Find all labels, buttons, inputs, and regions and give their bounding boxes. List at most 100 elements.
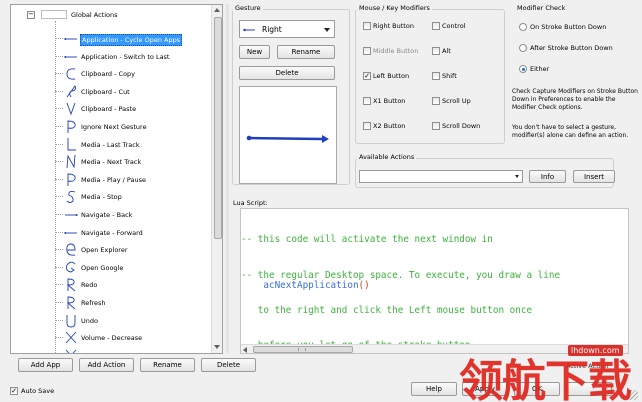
tree-item[interactable]: Navigate - Back [11,206,211,223]
modifier-label: X2 Button [373,122,406,130]
gesture-glyph-icon [66,261,76,273]
chevron-down-icon [324,28,330,32]
modifier-check-radio[interactable] [519,65,527,73]
tree-item[interactable]: Media - Next Track [11,153,211,170]
tree-branch-line [55,143,63,145]
tree-item[interactable]: Volume - Increase [11,347,211,353]
lua-script-label: Lua Script: [233,199,268,207]
available-actions-select[interactable] [359,170,523,183]
tree-branch-line [55,319,63,321]
tree-item[interactable]: Undo [11,312,211,329]
gesture-preview-icon [243,28,255,32]
info-button[interactable]: Info [529,170,566,183]
tree-item-label: Media - Next Track [81,158,142,167]
tree-branch-line [55,249,63,251]
tree-item[interactable]: Clipboard - Cut [11,83,211,100]
watermark-logo: 领航下载 [459,356,632,402]
tree-item[interactable]: Media - Stop [11,188,211,205]
modifier-checkbox[interactable] [432,97,440,105]
add-app-button[interactable]: Add App [18,358,73,372]
check-icon: ✓ [11,386,17,395]
modifier-label: Scroll Down [442,122,481,130]
modifier-label: Control [442,22,466,30]
gesture-select-value: Right [262,25,282,34]
gesture-glyph-icon [66,278,76,292]
tree-branch-line [55,284,63,286]
tree-item[interactable]: Ignore Next Gesture [11,118,211,135]
modifier-check-note2: You don't have to select a gesture, modi… [512,124,629,139]
help-button[interactable]: Help [411,382,457,396]
tree-branch-line [55,337,63,339]
tree-item[interactable]: Clipboard - Copy [11,65,211,82]
insert-button[interactable]: Insert [573,170,615,183]
tree-branch-line [55,126,63,127]
tree-branch-line [55,196,63,198]
gesture-glyph-icon [64,55,77,58]
gesture-canvas[interactable] [239,86,337,184]
modifier-checkbox[interactable] [432,47,440,55]
tree-item[interactable]: Application - Switch to Last [11,48,211,65]
modifier-checkbox[interactable] [363,97,371,105]
tree-item[interactable]: Volume - Decrease [11,329,211,346]
actions-tree[interactable]: − Global Actions Application - Cycle Ope… [10,4,223,354]
tree-item-label: Clipboard - Paste [81,105,137,114]
modifier-checkbox[interactable]: ✓ [363,72,371,80]
tree-item[interactable]: Open Google [11,259,211,276]
tree-branch-line [55,55,63,57]
rename-gesture-button[interactable]: Rename [277,45,335,59]
tree-root[interactable]: − Global Actions [11,8,211,22]
modifier-label: X1 Button [373,97,406,105]
lua-comment-line: to the right and click the Left mouse bu… [241,304,533,316]
modifier-check-radio[interactable] [519,44,527,52]
tree-item[interactable]: Redo [11,276,211,293]
tree-item-label: Clipboard - Cut [81,87,130,96]
modifier-check-radio[interactable] [519,23,527,31]
delete-button[interactable]: Delete [201,358,256,372]
tree-item[interactable]: Clipboard - Paste [11,100,211,117]
tree-item-label: Media - Stop [81,193,122,202]
modifier-checkbox[interactable] [363,122,371,130]
gesture-glyph-icon [67,120,76,133]
tree-branch-line [55,178,63,180]
gesture-glyph-icon [65,214,78,216]
modifier-checkbox[interactable] [432,122,440,130]
tree-item[interactable]: Navigate - Forward [11,224,211,241]
scroll-thumb[interactable] [214,17,222,239]
lua-parens: () [358,279,370,291]
modifier-checkbox[interactable] [432,22,440,30]
tree-item[interactable]: Media - Last Track [11,136,211,153]
modifier-checkbox[interactable] [432,72,440,80]
add-action-button[interactable]: Add Action [79,358,134,372]
tree-item-label: Ignore Next Gesture [81,123,147,131]
tree-item-label: Redo [81,281,98,290]
modifier-label: Middle Button [373,47,419,55]
tree-item-label: Application - Cycle Open Apps [80,34,183,46]
gesture-glyph-icon [66,154,76,169]
tree-item-label: Refresh [81,299,106,307]
tree-item[interactable]: Media - Play / Pause [11,171,211,188]
tree-item[interactable]: Application - Cycle Open Apps [11,30,211,47]
new-gesture-button[interactable]: New [239,45,270,59]
rename-button[interactable]: Rename [140,358,195,372]
collapse-icon[interactable]: − [27,11,35,19]
lua-editor[interactable]: -- this code will activate the next wind… [240,208,629,354]
modifier-checkbox[interactable] [363,47,371,55]
scroll-left-arrow[interactable] [243,347,247,353]
gesture-select[interactable]: Right [239,20,335,38]
tree-scrollbar[interactable] [211,5,222,353]
scroll-up-arrow[interactable] [214,8,220,12]
lua-comment-line: -- this code will activate the next wind… [241,234,493,246]
delete-gesture-button[interactable]: Delete [239,66,335,80]
tree-branch-line [55,266,63,268]
auto-save-checkbox[interactable]: ✓ [10,387,18,395]
tree-item[interactable]: Refresh [11,294,211,311]
tree-item-label: Volume - Decrease [81,334,143,343]
tree-item[interactable]: Open Explorer [11,241,211,258]
modifier-checkbox[interactable] [363,22,371,30]
tree-item-label: Open Google [81,263,124,272]
splitter[interactable] [226,4,229,354]
hscroll-thumb[interactable] [253,346,353,353]
modifiers-title: Mouse / Key Modifiers [357,4,432,12]
tree-item-label: Open Explorer [81,246,128,255]
scroll-down-arrow[interactable] [214,345,220,349]
